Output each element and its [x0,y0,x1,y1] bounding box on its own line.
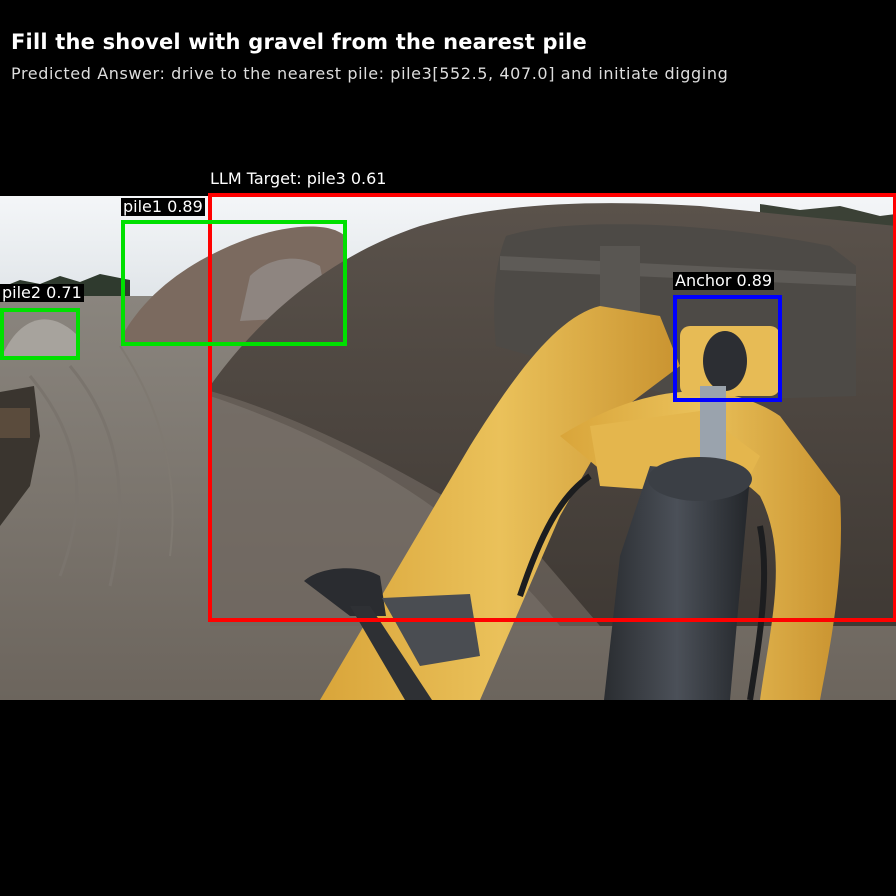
pile1-box [121,220,347,346]
instruction-title: Fill the shovel with gravel from the nea… [11,30,587,54]
pile1-label: pile1 0.89 [121,197,205,216]
anchor-box [673,295,782,402]
pile2-label: pile2 0.71 [0,283,84,302]
pile2-box [0,308,80,360]
predicted-answer: Predicted Answer: drive to the nearest p… [11,64,729,83]
llm-target-label: LLM Target: pile3 0.61 [210,169,387,188]
anchor-label: Anchor 0.89 [673,271,775,290]
